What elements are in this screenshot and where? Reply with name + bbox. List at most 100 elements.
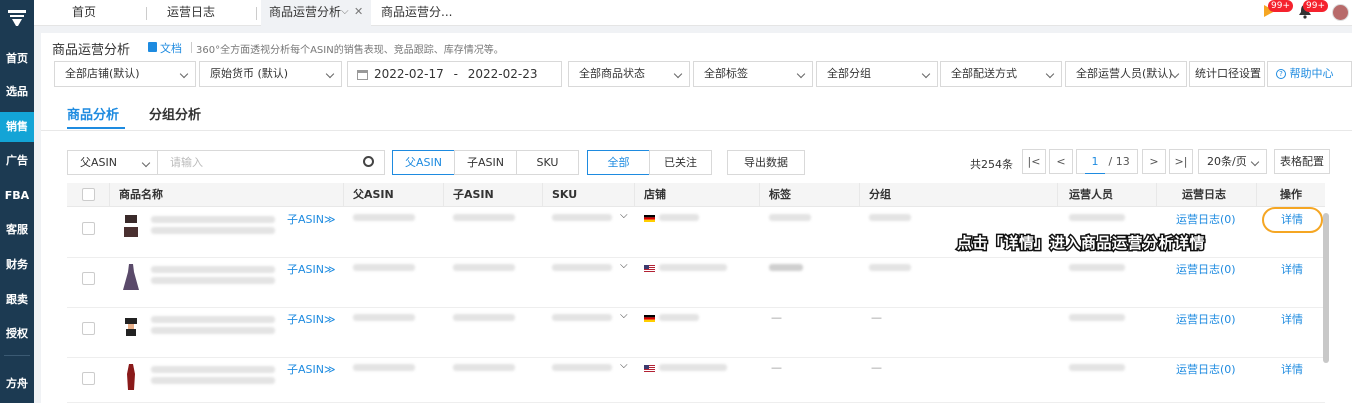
date-range-picker[interactable]: 2022-02-17 - 2022-02-23 [347,61,562,87]
first-page-button[interactable]: |< [1022,149,1046,174]
close-icon[interactable]: ✕ [354,0,363,24]
column-header-child-asin[interactable]: 子ASIN [453,183,494,207]
product-thumbnail[interactable] [122,262,140,292]
column-separator [542,183,543,207]
shipping-select[interactable]: 全部配送方式 [940,61,1062,87]
prev-page-button[interactable]: < [1049,149,1073,174]
operators-select[interactable]: 全部运营人员(默认) [1065,61,1187,87]
operation-log-link[interactable]: 运营日志(0) [1176,211,1236,227]
parent-asin-blurred [353,264,415,271]
detail-link[interactable]: 详情 [1281,261,1303,277]
table-row[interactable]: 子ASIN≫ ⌵ 运营日志(0) 详情 [67,258,1325,308]
toggle-all[interactable]: 全部 [587,150,650,175]
sidebar-item-selection[interactable]: 选品 [0,77,34,107]
stats-setting-button[interactable]: 统计口径设置 [1189,61,1265,87]
doc-link[interactable]: 文档 [160,40,182,56]
tags-value: 全部标签 [704,67,748,80]
sidebar-item-ark[interactable]: 方舟 [0,369,34,399]
column-header-store[interactable]: 店铺 [644,183,666,207]
sidebar: 首页 选品 销售 广告 FBA 客服 财务 跟卖 授权 方舟 [0,0,34,403]
last-page-button[interactable]: >| [1169,149,1193,174]
sidebar-item-ads[interactable]: 广告 [0,146,34,176]
tab-operation-log[interactable]: 运营日志 [159,0,255,26]
search-icon[interactable] [363,156,374,167]
child-asin-label: 子ASIN [287,213,324,226]
detail-link[interactable]: 详情 [1281,311,1303,327]
help-icon: ? [1276,69,1286,79]
column-header-group[interactable]: 分组 [869,183,891,207]
sidebar-item-finance[interactable]: 财务 [0,250,34,280]
page-size-select[interactable]: 20条/页 [1198,149,1267,174]
column-header-parent-asin[interactable]: 父ASIN [353,183,394,207]
operation-log-link[interactable]: 运营日志(0) [1176,311,1236,327]
groups-value: 全部分组 [827,67,871,80]
select-all-checkbox[interactable] [82,188,95,201]
column-header-product-name[interactable]: 商品名称 [119,183,163,207]
toggle-sku[interactable]: SKU [516,150,579,175]
search-type-select[interactable]: 父ASIN [67,150,158,175]
group-blurred [869,264,911,271]
store-name-blurred [659,214,699,221]
app-logo[interactable] [4,4,30,30]
search-input[interactable]: 请输入 [157,150,385,175]
tabs-divider [41,130,1352,131]
row-checkbox[interactable] [82,272,95,285]
date-end[interactable]: 2022-02-23 [468,67,538,81]
product-status-select[interactable]: 全部商品状态 [568,61,690,87]
currency-select[interactable]: 原始货币 (默认) [199,61,342,87]
sidebar-item-fba[interactable]: FBA [0,181,34,211]
toggle-followed[interactable]: 已关注 [649,150,712,175]
product-thumbnail[interactable] [122,362,140,392]
parent-asin-blurred [353,314,415,321]
document-icon[interactable] [148,42,157,52]
column-header-tags[interactable]: 标签 [769,183,791,207]
table-row[interactable]: 子ASIN≫ ⌵ — — 运营日志(0) 详情 [67,358,1325,403]
column-header-sku[interactable]: SKU [552,183,577,207]
table-scrollbar[interactable] [1323,213,1329,363]
sidebar-item-auth[interactable]: 授权 [0,319,34,349]
toggle-child-asin[interactable]: 子ASIN [454,150,517,175]
tab-product-analysis-view[interactable]: 商品分析 [67,104,119,123]
help-center-button[interactable]: ? 帮助中心 [1267,61,1352,87]
export-button[interactable]: 导出数据 [727,150,805,175]
tab-home[interactable]: 首页 [64,0,144,26]
row-checkbox[interactable] [82,322,95,335]
chevron-down-icon[interactable]: ⌵ [620,310,628,321]
sidebar-item-home[interactable]: 首页 [0,44,34,74]
chevron-down-icon[interactable]: ⌵ [620,260,628,271]
row-checkbox[interactable] [82,222,95,235]
sidebar-item-service[interactable]: 客服 [0,215,34,245]
page-input[interactable]: 1 [1085,150,1105,174]
sidebar-item-sales[interactable]: 销售 [0,112,34,142]
operation-log-link[interactable]: 运营日志(0) [1176,361,1236,377]
store-select[interactable]: 全部店铺(默认) [54,61,196,87]
sku-blurred [552,264,612,271]
column-header-log[interactable]: 运营日志 [1182,183,1226,207]
table-config-button[interactable]: 表格配置 [1274,149,1330,174]
detail-link[interactable]: 详情 [1281,361,1303,377]
product-thumbnail[interactable] [122,212,140,242]
child-asin-link[interactable]: 子ASIN≫ [287,211,336,227]
chevron-down-icon[interactable]: ⌵ [620,360,628,371]
toggle-parent-asin[interactable]: 父ASIN [392,150,455,175]
column-header-operator[interactable]: 运营人员 [1069,183,1113,207]
product-thumbnail[interactable] [122,312,140,342]
next-page-button[interactable]: > [1142,149,1166,174]
sidebar-item-follow-sell[interactable]: 跟卖 [0,285,34,315]
chevron-down-icon[interactable]: ⌵ [620,210,628,221]
operation-log-link[interactable]: 运营日志(0) [1176,261,1236,277]
row-checkbox[interactable] [82,372,95,385]
column-header-action: 操作 [1280,188,1302,201]
tags-select[interactable]: 全部标签 [693,61,813,87]
child-asin-link[interactable]: 子ASIN≫ [287,361,336,377]
tab-product-analysis-detail[interactable]: 商品运营分... [373,0,483,26]
child-asin-link[interactable]: 子ASIN≫ [287,311,336,327]
tab-product-analysis[interactable]: 商品运营分析 ⌵ ✕ [261,0,371,26]
child-asin-link[interactable]: 子ASIN≫ [287,261,336,277]
avatar[interactable] [1332,4,1349,21]
groups-select[interactable]: 全部分组 [816,61,938,87]
tab-group-analysis-view[interactable]: 分组分析 [149,104,201,123]
date-start[interactable]: 2022-02-17 [374,67,444,81]
table-row[interactable]: 子ASIN≫ ⌵ — — 运营日志(0) 详情 [67,308,1325,358]
chevron-down-icon[interactable]: ⌵ [341,0,349,24]
